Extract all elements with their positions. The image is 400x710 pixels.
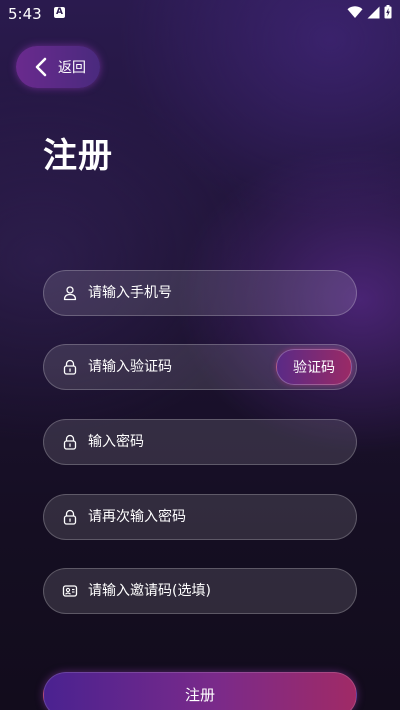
back-label: 返回: [58, 60, 86, 76]
page-title: 注册: [43, 136, 113, 176]
signal-icon: [367, 4, 380, 23]
wifi-icon: [347, 4, 363, 23]
a-letter-icon: A: [54, 7, 65, 18]
chevron-left-icon: [34, 57, 48, 77]
lock-icon: [62, 434, 78, 450]
get-code-button[interactable]: 验证码: [276, 349, 352, 385]
back-button[interactable]: 返回: [16, 46, 100, 88]
battery-charging-icon: [384, 4, 392, 23]
confirm-password-input[interactable]: [88, 502, 356, 532]
invite-code-input[interactable]: [88, 576, 356, 606]
lock-icon: [62, 359, 78, 375]
status-time: 5:43: [8, 5, 42, 23]
register-button[interactable]: 注册: [43, 672, 357, 710]
id-card-icon: [62, 583, 78, 599]
password-input[interactable]: [88, 427, 356, 457]
status-bar: 5:43 A: [0, 0, 400, 28]
confirm-password-field[interactable]: [43, 494, 357, 540]
invite-code-field[interactable]: [43, 568, 357, 614]
code-field[interactable]: 验证码: [43, 344, 357, 390]
status-icons: [347, 4, 392, 23]
user-icon: [62, 285, 78, 301]
lock-icon: [62, 509, 78, 525]
password-field[interactable]: [43, 419, 357, 465]
phone-input[interactable]: [88, 278, 356, 308]
phone-field[interactable]: [43, 270, 357, 316]
